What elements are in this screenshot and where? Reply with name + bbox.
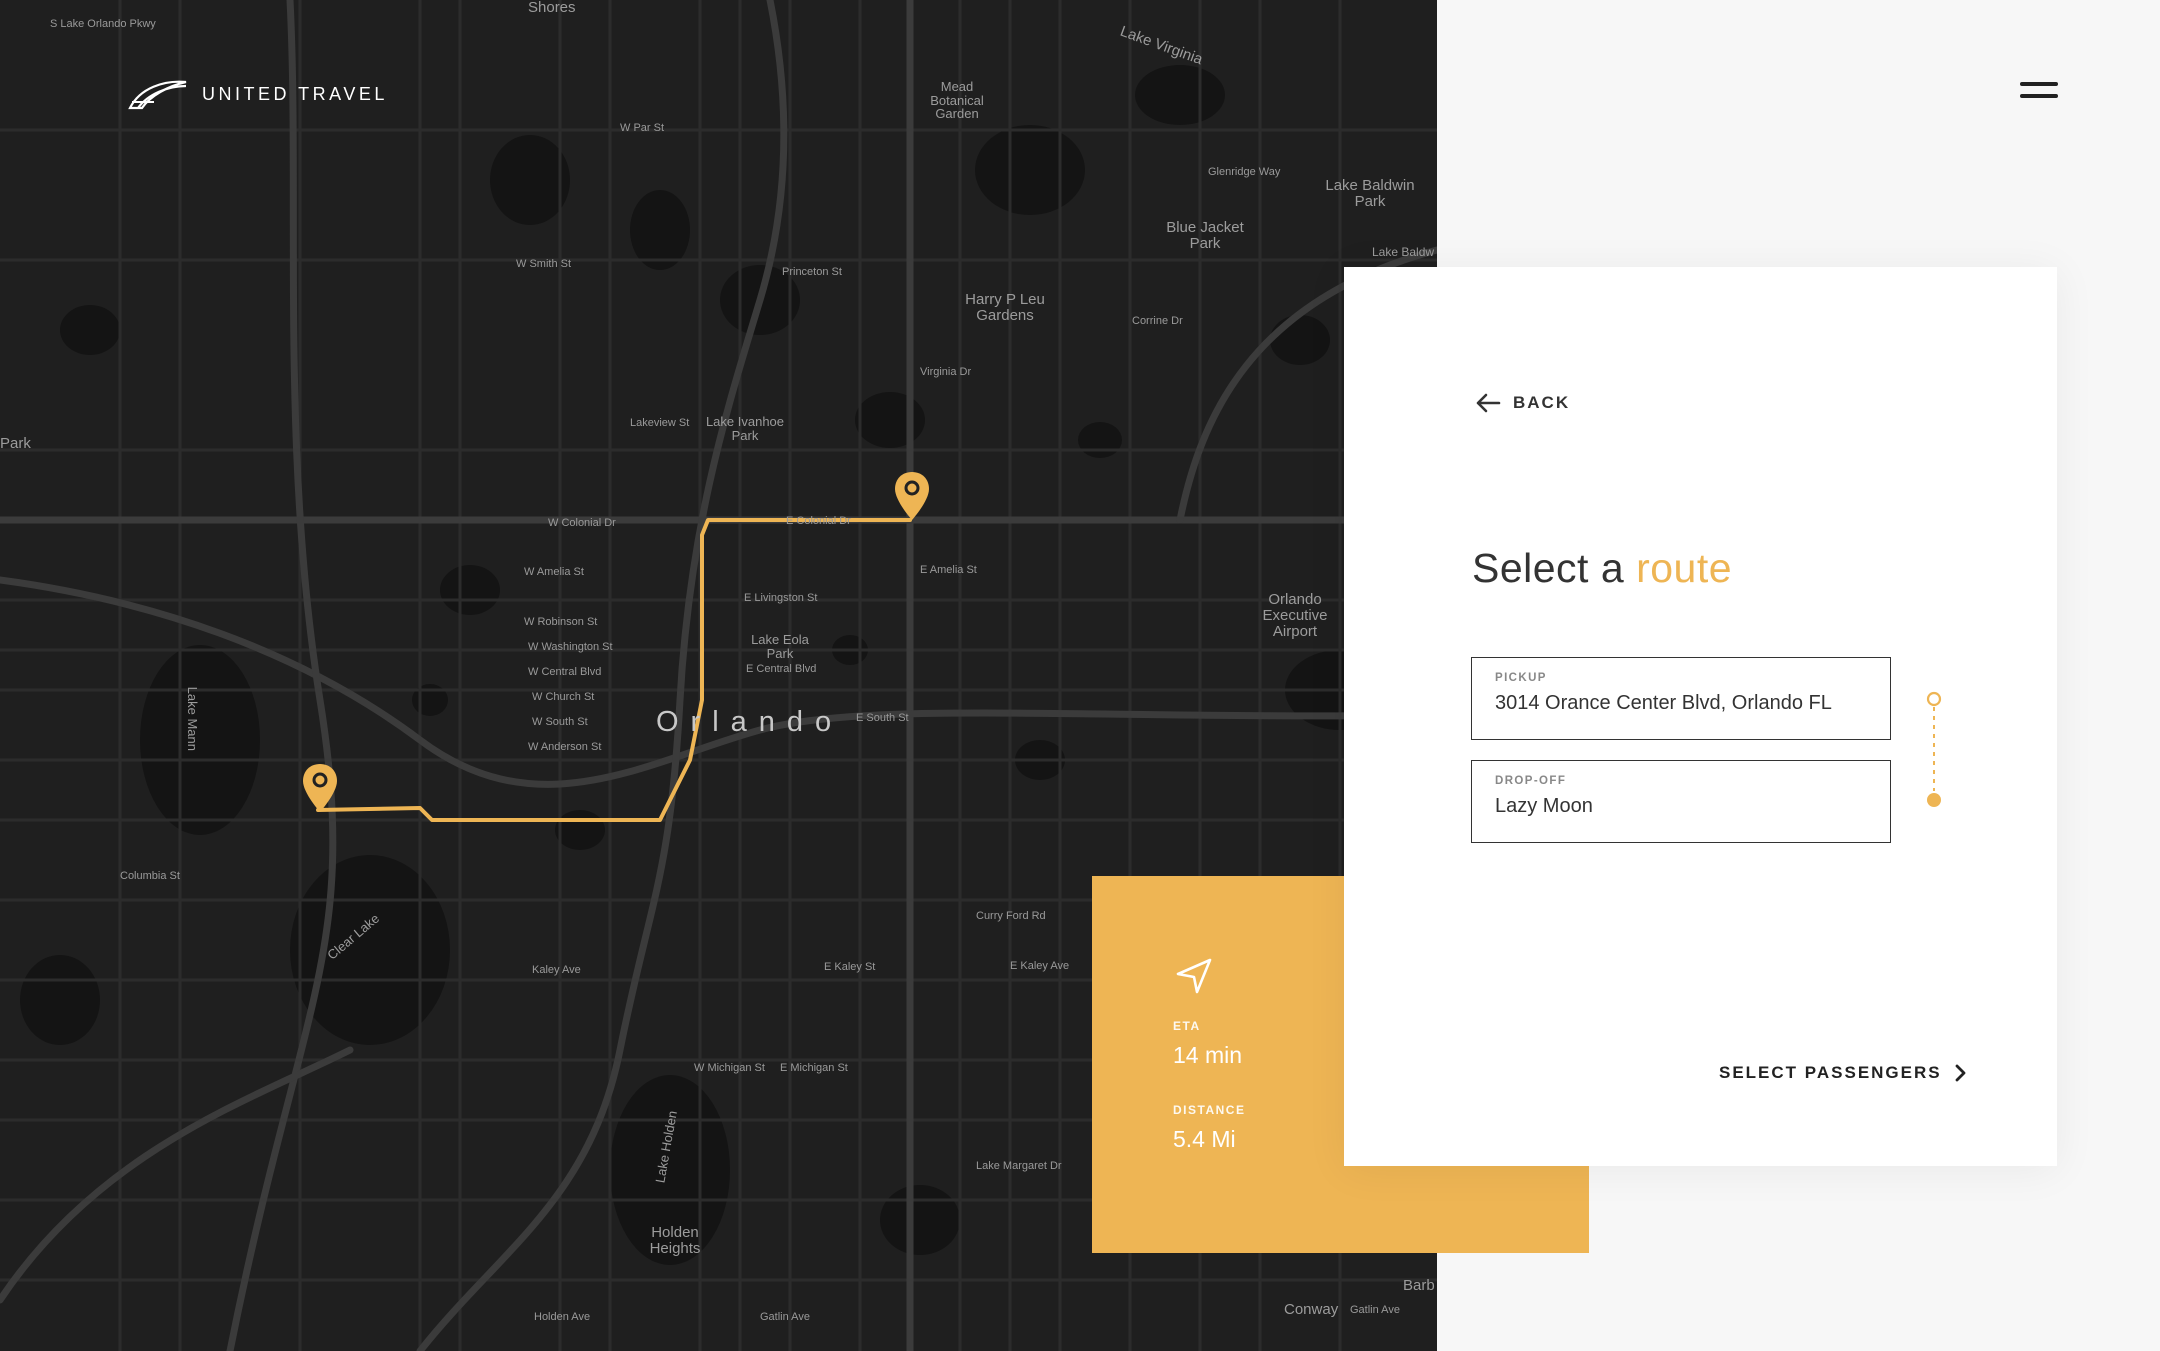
map-street-label: Columbia St — [120, 870, 180, 882]
hamburger-menu-icon[interactable] — [2018, 82, 2058, 104]
select-passengers-label: SELECT PASSENGERS — [1719, 1063, 1942, 1082]
map-street-label: E Amelia St — [920, 564, 977, 576]
map-street-label: W Par St — [620, 122, 665, 134]
pickup-value[interactable]: 3014 Orance Center Blvd, Orlando FL — [1495, 692, 1890, 715]
map-street-label: W Amelia St — [524, 566, 584, 578]
map-area-label: Lake Eola Park — [751, 632, 809, 661]
map-street-label: Gatlin Ave — [1350, 1304, 1400, 1316]
map-street-label: E South St — [856, 712, 909, 724]
map-street-label: W South St — [532, 716, 588, 728]
map-street-label: W Colonial Dr — [548, 517, 616, 529]
map-street-label: E Kaley Ave — [1010, 960, 1070, 972]
brand-name: UNITED TRAVEL — [202, 83, 388, 104]
map-street-label: E Livingston St — [744, 592, 818, 604]
brand-logo[interactable]: UNITED TRAVEL — [128, 78, 388, 110]
dropoff-value[interactable]: Lazy Moon — [1495, 795, 1890, 818]
map-street-label: W Smith St — [516, 258, 572, 270]
map-area-label: Blue Jacket Park — [1166, 219, 1244, 252]
map-street-label: Kaley Ave — [532, 964, 581, 976]
route-panel: BACK Select a route PICKUP 3014 Orance C… — [1344, 267, 2057, 1166]
wing-logo-icon — [128, 80, 187, 110]
eta-block: ETA 14 min — [1173, 1019, 1242, 1069]
back-button[interactable]: BACK — [1475, 393, 1570, 413]
map-area-label: Lake Ivanhoe Park — [705, 414, 785, 443]
dropoff-label: DROP-OFF — [1495, 775, 1567, 787]
map-street-label: Curry Ford Rd — [976, 910, 1046, 922]
map-area-label: Mead Botanical Garden — [930, 79, 984, 122]
map-area-label: Barb — [1403, 1277, 1435, 1294]
arrow-left-icon — [1476, 393, 1501, 413]
map-street-label: Glenridge Way — [1208, 166, 1281, 178]
menu-line — [2020, 82, 2058, 86]
pickup-field[interactable]: PICKUP 3014 Orance Center Blvd, Orlando … — [1471, 657, 1891, 740]
map-street-label: Lakeview St — [630, 417, 690, 429]
eta-value: 14 min — [1173, 1042, 1243, 1068]
map-street-label: Virginia Dr — [920, 366, 972, 378]
map-street-label: E Michigan St — [780, 1062, 848, 1074]
map-street-label: E Kaley St — [824, 961, 876, 973]
select-passengers-button[interactable]: SELECT PASSENGERS — [1719, 1063, 1968, 1083]
map-area-label: Park — [0, 435, 31, 452]
map-area-label: Lake Baldwin Park — [1325, 177, 1415, 210]
chevron-right-icon — [1955, 1064, 1966, 1082]
map-pin-icon[interactable] — [301, 762, 339, 814]
map-street-label: W Anderson St — [528, 741, 602, 753]
map-street-label: W Washington St — [528, 641, 613, 653]
map-area-label: Shores — [528, 0, 576, 16]
map-street-label: Gatlin Ave — [760, 1311, 810, 1323]
map-street-label: S Lake Orlando Pkwy — [50, 18, 156, 30]
navigation-arrow-icon — [1176, 958, 1212, 994]
eta-label: ETA — [1173, 1019, 1201, 1033]
map-street-label: E Central Blvd — [746, 663, 817, 675]
map-area-label: Lake Mann — [184, 686, 200, 751]
map-street-label: Holden Ave — [534, 1311, 591, 1323]
map-area-label: Orlando Executive Airport — [1262, 591, 1328, 640]
map-city-label: Orlando — [656, 706, 844, 738]
map-street-label: W Michigan St — [694, 1062, 765, 1074]
map-street-label: W Robinson St — [524, 616, 598, 628]
map-area-label: Lake Baldw — [1372, 245, 1435, 259]
page-title: Select a route — [1472, 545, 1732, 592]
dropoff-field[interactable]: DROP-OFF Lazy Moon — [1471, 760, 1891, 843]
distance-block: DISTANCE 5.4 Mi — [1173, 1103, 1245, 1153]
map-street-label: Corrine Dr — [1132, 315, 1183, 327]
title-prefix: Select a — [1472, 545, 1625, 591]
back-label: BACK — [1513, 393, 1571, 412]
map-area-label: Holden Heights — [649, 1224, 701, 1257]
pickup-label: PICKUP — [1495, 672, 1547, 684]
distance-value: 5.4 Mi — [1173, 1126, 1236, 1152]
map-pin-icon[interactable] — [893, 470, 931, 522]
map-area-label: Conway — [1284, 1301, 1339, 1318]
route-connector-icon — [1926, 691, 1942, 807]
map-street-label: Princeton St — [782, 266, 842, 278]
menu-line — [2020, 94, 2058, 98]
distance-label: DISTANCE — [1173, 1103, 1246, 1117]
map-street-label: W Central Blvd — [528, 666, 602, 678]
map-street-label: Lake Margaret Dr — [976, 1160, 1062, 1172]
map-area-label: Harry P Leu Gardens — [965, 291, 1045, 324]
map-street-label: E Colonial Dr — [786, 515, 851, 527]
map-street-label: W Church St — [532, 691, 595, 703]
title-accent: route — [1636, 545, 1733, 591]
